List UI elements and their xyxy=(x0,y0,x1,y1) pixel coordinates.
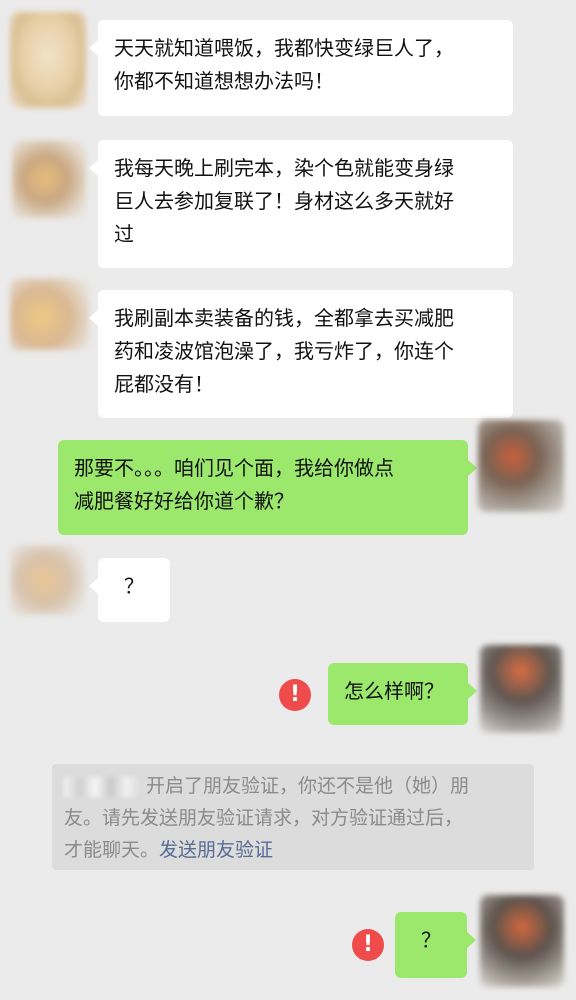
message-line: ？ xyxy=(124,574,144,598)
notice-text: 开启了朋友验证，你还不是他（她）朋 xyxy=(146,775,470,797)
message-line: 天天就知道喂饭，我都快变绿巨人了， xyxy=(114,36,454,60)
message-line: 你都不知道想想办法吗！ xyxy=(114,69,334,93)
message-bubble-outgoing[interactable]: ？ xyxy=(395,912,476,978)
contact-avatar[interactable] xyxy=(12,140,86,218)
message-bubble-incoming[interactable]: 我刷副本卖装备的钱，全都拿去买减肥 药和凌波馆泡澡了，我亏炸了，你连个 屁都没有… xyxy=(89,290,513,418)
contact-avatar[interactable] xyxy=(10,12,86,108)
message-line: 过 xyxy=(114,222,134,246)
self-avatar[interactable] xyxy=(480,895,564,987)
message-line: ？ xyxy=(421,928,441,952)
self-avatar[interactable] xyxy=(480,645,562,733)
message-line: 我每天晚上刷完本，染个色就能变身绿 xyxy=(114,156,454,180)
self-avatar[interactable] xyxy=(478,420,564,512)
message-line: 减肥餐好好给你道个歉？ xyxy=(74,489,294,513)
friend-verification-notice: 开启了朋友验证，你还不是他（她）朋 友。请先发送朋友验证请求，对方验证通过后， … xyxy=(52,764,534,870)
send-failed-icon[interactable]: ! xyxy=(352,929,384,961)
message-line: 屁都没有！ xyxy=(114,372,214,396)
message-bubble-outgoing[interactable]: 怎么样啊？ xyxy=(328,663,477,725)
contact-avatar[interactable] xyxy=(10,278,90,350)
chat-window: 天天就知道喂饭，我都快变绿巨人了， 你都不知道想想办法吗！ 我每天晚上刷完本，染… xyxy=(0,0,576,1000)
message-line: 药和凌波馆泡澡了，我亏炸了，你连个 xyxy=(114,339,454,363)
send-failed-icon[interactable]: ! xyxy=(279,679,311,711)
message-bubble-outgoing[interactable]: 那要不。。。咱们见个面，我给你做点 减肥餐好好给你道个歉？ xyxy=(58,440,477,535)
message-line: 怎么样啊？ xyxy=(344,679,444,703)
message-bubble-incoming[interactable]: ？ xyxy=(89,558,170,622)
message-line: 巨人去参加复联了！身材这么多天就好 xyxy=(114,189,454,213)
message-bubble-incoming[interactable]: 我每天晚上刷完本，染个色就能变身绿 巨人去参加复联了！身材这么多天就好 过 xyxy=(89,140,513,268)
notice-text: 才能聊天。 xyxy=(64,839,160,861)
send-verification-link[interactable]: 发送朋友验证 xyxy=(159,839,273,861)
notice-line: 才能聊天。发送朋友验证 xyxy=(64,834,522,866)
contact-avatar[interactable] xyxy=(10,545,86,615)
redacted-contact-name xyxy=(64,776,142,797)
notice-line: 开启了朋友验证，你还不是他（她）朋 xyxy=(64,770,522,802)
notice-line: 友。请先发送朋友验证请求，对方验证通过后， xyxy=(64,807,464,829)
message-line: 我刷副本卖装备的钱，全都拿去买减肥 xyxy=(114,306,454,330)
message-bubble-incoming[interactable]: 天天就知道喂饭，我都快变绿巨人了， 你都不知道想想办法吗！ xyxy=(89,20,513,116)
message-line: 那要不。。。咱们见个面，我给你做点 xyxy=(74,456,394,480)
